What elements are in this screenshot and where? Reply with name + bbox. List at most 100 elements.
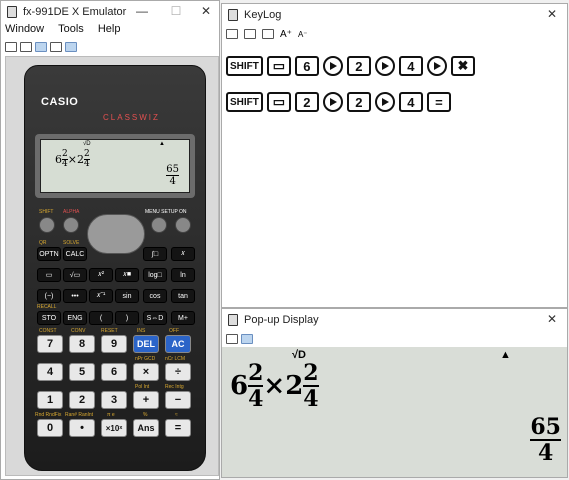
key-5[interactable]: 5 xyxy=(69,363,95,381)
copy-icon[interactable] xyxy=(226,29,238,39)
ran-label: Ran# RanInt xyxy=(65,412,94,418)
camera-icon[interactable] xyxy=(226,334,238,344)
keylog-row-2: SHIFT ▭ 2 2 4 = xyxy=(226,92,451,112)
navigation-pad[interactable] xyxy=(87,214,145,254)
keylog-key: SHIFT xyxy=(226,92,263,112)
menu-tools[interactable]: Tools xyxy=(58,23,84,39)
rnd-label: Rnd RndFix xyxy=(35,412,62,418)
calculator-app-icon xyxy=(7,6,17,18)
cos-key[interactable]: cos xyxy=(143,289,167,303)
keylog-window: KeyLog ✕ A⁺ A⁻ SHIFT ▭ 6 2 4 ✖ SHIFT ▭ 2… xyxy=(221,3,568,308)
shift-label: SHIFT xyxy=(39,209,54,215)
sin-key[interactable]: sin xyxy=(115,289,139,303)
popup-toggle-icon[interactable] xyxy=(65,42,77,52)
ln-key[interactable]: ln xyxy=(171,268,195,282)
lcd-frac2: 2 4 xyxy=(83,150,90,169)
log-key[interactable]: log□ xyxy=(143,268,167,282)
ans-key[interactable]: Ans xyxy=(133,419,159,437)
multiply-key[interactable]: × xyxy=(133,363,159,381)
sto-key[interactable]: STO xyxy=(37,311,61,325)
optn-key[interactable]: OPTN xyxy=(37,247,61,261)
keylog-key: ✖ xyxy=(450,56,475,76)
on-key[interactable] xyxy=(175,217,191,233)
keylog-titlebar[interactable]: KeyLog ✕ xyxy=(222,4,567,26)
trash-icon[interactable] xyxy=(262,29,274,39)
minimize-icon[interactable]: — xyxy=(133,4,151,18)
key-2[interactable]: 2 xyxy=(69,391,95,409)
popup-result-num: 65 xyxy=(530,414,561,441)
variable-x-key[interactable]: 𝑥 xyxy=(171,247,195,261)
minus-key[interactable]: − xyxy=(165,391,191,409)
key-4[interactable]: 4 xyxy=(37,363,63,381)
m-plus-key[interactable]: M+ xyxy=(171,311,195,325)
keylog-title: KeyLog xyxy=(244,9,282,21)
grid-icon[interactable] xyxy=(241,334,253,344)
popup-close-icon[interactable]: ✕ xyxy=(543,312,561,326)
popup-num1: 2 xyxy=(248,360,264,387)
keylog-app-icon xyxy=(228,9,238,21)
fit-window-icon[interactable] xyxy=(5,42,17,52)
key-0[interactable]: 0 xyxy=(37,419,63,437)
negative-key[interactable]: (−) xyxy=(37,289,61,303)
power-key[interactable]: 𝑥■ xyxy=(115,268,139,282)
popup-frac2: 2 4 xyxy=(303,361,319,412)
model-label: CLASSWIZ xyxy=(103,113,160,122)
menu-help[interactable]: Help xyxy=(98,23,121,39)
window-mode-icon[interactable] xyxy=(20,42,32,52)
keylog-key: 4 xyxy=(398,56,423,76)
key-9[interactable]: 9 xyxy=(101,335,127,353)
keylog-close-icon[interactable]: ✕ xyxy=(543,7,561,21)
alpha-label: ALPHA xyxy=(63,209,80,215)
key-1[interactable]: 1 xyxy=(37,391,63,409)
ins-label: INS xyxy=(137,328,146,334)
square-key[interactable]: 𝑥² xyxy=(89,268,113,282)
fraction-key[interactable]: ▭ xyxy=(37,268,61,282)
popup-titlebar[interactable]: Pop-up Display ✕ xyxy=(222,309,567,331)
font-smaller-icon[interactable]: A⁻ xyxy=(298,30,308,39)
alpha-key[interactable] xyxy=(63,217,79,233)
eng-key[interactable]: ENG xyxy=(63,311,87,325)
emulator-titlebar[interactable]: fx-991DE X Emulator — ☐ ✕ xyxy=(1,1,219,23)
equals-key[interactable]: = xyxy=(165,419,191,437)
menu-key[interactable] xyxy=(151,217,167,233)
maximize-icon[interactable]: ☐ xyxy=(167,4,185,18)
shift-key[interactable] xyxy=(39,217,55,233)
key-8[interactable]: 8 xyxy=(69,335,95,353)
sqrt-key[interactable]: √▭ xyxy=(63,268,87,282)
tan-key[interactable]: tan xyxy=(171,289,195,303)
calculator-lcd: √D ▲ 6 2 4 × 2 2 4 65 4 xyxy=(40,139,190,193)
screenshot-icon[interactable] xyxy=(50,42,62,52)
open-paren-key[interactable]: ( xyxy=(89,311,113,325)
exp-key[interactable]: ×10ˣ xyxy=(101,419,127,437)
popup-den2: 4 xyxy=(303,386,319,412)
degree-key[interactable]: ••• xyxy=(63,289,87,303)
keylog-key: = xyxy=(426,92,451,112)
close-paren-key[interactable]: ) xyxy=(115,311,139,325)
integral-key[interactable]: ∫□ xyxy=(143,247,167,261)
divide-key[interactable]: ÷ xyxy=(165,363,191,381)
pol-int-label: Pol Int xyxy=(135,384,150,390)
lcd-whole1: 6 xyxy=(55,153,62,166)
emulator-window: fx-991DE X Emulator — ☐ ✕ Window Tools H… xyxy=(0,0,220,480)
keylog-toggle-icon[interactable] xyxy=(35,42,47,52)
close-icon[interactable]: ✕ xyxy=(197,4,215,18)
keylog-key: 6 xyxy=(294,56,319,76)
rec-intg-label: Rec Intg xyxy=(165,384,184,390)
key-6[interactable]: 6 xyxy=(101,363,127,381)
popup-triangle: ▲ xyxy=(500,349,511,361)
key-3[interactable]: 3 xyxy=(101,391,127,409)
font-larger-icon[interactable]: A⁺ xyxy=(280,29,292,40)
reciprocal-key[interactable]: 𝑥⁻¹ xyxy=(89,289,113,303)
plus-key[interactable]: + xyxy=(133,391,159,409)
del-key[interactable]: DEL xyxy=(133,335,159,353)
popup-toolbar xyxy=(222,331,567,347)
menu-window[interactable]: Window xyxy=(5,23,44,39)
emulator-title: fx-991DE X Emulator xyxy=(23,6,127,18)
select-all-icon[interactable] xyxy=(244,29,256,39)
ac-key[interactable]: AC xyxy=(165,335,191,353)
decimal-key[interactable]: • xyxy=(69,419,95,437)
key-7[interactable]: 7 xyxy=(37,335,63,353)
s-d-key[interactable]: S⇔D xyxy=(143,311,167,325)
keylog-key: 2 xyxy=(346,92,371,112)
calc-key[interactable]: CALC xyxy=(63,247,87,261)
